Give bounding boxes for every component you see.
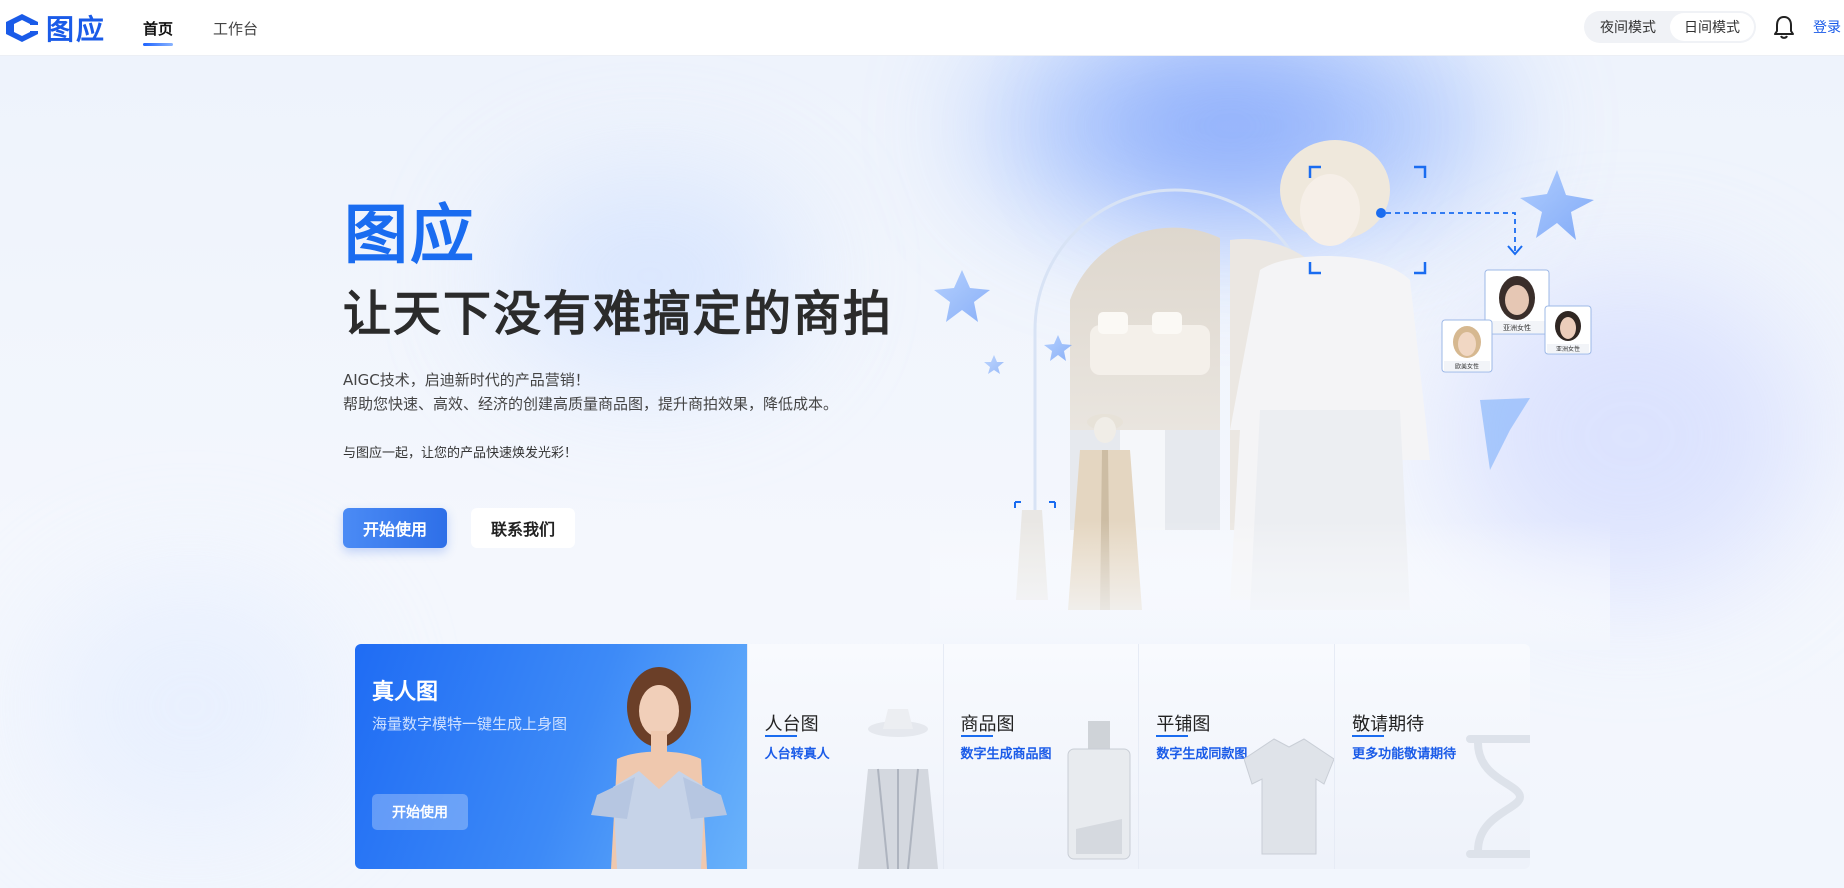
mannequin-suit-image	[857, 709, 938, 869]
feature-card-flat-lay[interactable]: 平铺图 数字生成同款图	[1138, 644, 1335, 869]
model-photo	[591, 667, 727, 869]
feature-card-real-person[interactable]: 真人图 海量数字模特一键生成上身图 开始使用	[355, 644, 747, 869]
avatar-thumbnail-3: 亚洲女性	[1544, 305, 1592, 355]
feature-card-title: 敬请期待	[1352, 714, 1425, 735]
theme-mode-toggle: 夜间模式 日间模式	[1584, 11, 1756, 43]
feature-card-description: 数字生成同款图	[1156, 747, 1248, 762]
avatar-thumbnail-2: 欧美女性	[1441, 319, 1493, 373]
title-underline	[1352, 735, 1385, 737]
feature-card-product[interactable]: 商品图 数字生成商品图	[942, 644, 1139, 869]
hero-description-line1: AIGC技术，启迪新时代的产品营销！	[343, 371, 590, 389]
contact-us-button[interactable]: 联系我们	[471, 508, 575, 548]
hero-tagline: 与图应一起，让您的产品快速焕发光彩！	[343, 446, 578, 461]
day-mode-button[interactable]: 日间模式	[1670, 13, 1754, 41]
avatar-label-1: 亚洲女性	[1503, 323, 1531, 332]
nav-item-workbench[interactable]: 工作台	[213, 0, 258, 56]
logo-icon	[6, 14, 38, 42]
notification-bell-icon[interactable]	[1772, 14, 1796, 40]
feature-card-description: 数字生成商品图	[960, 747, 1052, 762]
login-link[interactable]: 登录	[1813, 17, 1841, 37]
avatar-thumbnail-1: 亚洲女性	[1484, 269, 1550, 335]
feature-card-title: 人台图	[764, 714, 819, 735]
hourglass-icon	[1465, 735, 1530, 858]
title-underline	[1156, 735, 1189, 737]
hero-illustration: 亚洲女性 欧美女性 亚洲女性	[930, 130, 1610, 650]
start-button[interactable]: 开始使用	[343, 508, 447, 548]
tshirt-image	[1244, 738, 1335, 855]
main-nav: 首页 工作台	[143, 0, 298, 56]
feature-card-coming-soon[interactable]: 敬请期待 更多功能敬请期待	[1334, 644, 1530, 869]
feature-card-title: 真人图	[372, 680, 439, 705]
feature-card-description: 更多功能敬请期待	[1352, 747, 1457, 762]
logo-text: 图应	[46, 13, 107, 46]
logo[interactable]: 图应	[2, 12, 106, 46]
top-navbar: 图应 首页 工作台 夜间模式 日间模式 登录	[0, 0, 1844, 56]
feature-card-title: 商品图	[960, 714, 1015, 735]
hero-description: AIGC技术，启迪新时代的产品营销！ 帮助您快速、高效、经济的创建高质量商品图，…	[343, 368, 838, 416]
feature-card-description: 海量数字模特一键生成上身图	[372, 715, 568, 733]
feature-start-button[interactable]: 开始使用	[372, 794, 468, 830]
nav-item-home[interactable]: 首页	[143, 0, 174, 56]
title-underline	[764, 735, 797, 737]
perfume-bottle-image	[1067, 721, 1131, 860]
feature-card-title: 平铺图	[1156, 714, 1211, 735]
hero-description-line2: 帮助您快速、高效、经济的创建高质量商品图，提升商拍效果，降低成本。	[343, 395, 839, 413]
title-underline	[960, 735, 993, 737]
feature-card-mannequin[interactable]: 人台图 人台转真人	[746, 644, 943, 869]
avatar-label-3: 亚洲女性	[1556, 345, 1580, 353]
night-mode-button[interactable]: 夜间模式	[1586, 13, 1670, 41]
avatar-label-2: 欧美女性	[1455, 363, 1479, 371]
feature-cards: 真人图 海量数字模特一键生成上身图 开始使用 人台图 人台转真人 商品图 数字生…	[355, 644, 1530, 869]
hero-subtitle: 让天下没有难搞定的商拍	[343, 286, 894, 342]
feature-card-description: 人台转真人	[764, 747, 830, 762]
hero-title: 图应	[344, 199, 476, 273]
